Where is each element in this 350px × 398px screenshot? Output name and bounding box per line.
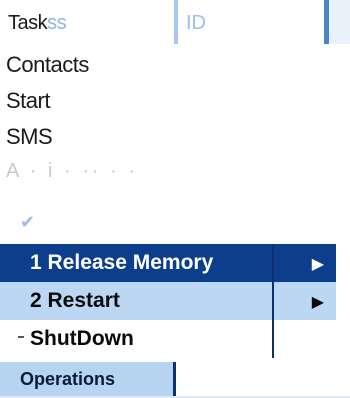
menu-item-release-memory[interactable]: 1 Release Memory ▶ — [0, 244, 336, 282]
task-label-suffix: ss — [47, 12, 67, 34]
column-header-id[interactable]: ID — [186, 12, 206, 35]
menu-item-restart[interactable]: 2 Restart ▶ — [0, 282, 336, 320]
menu-item-label: 2 Restart — [30, 289, 120, 312]
submenu-arrow-icon: ▶ — [311, 294, 324, 311]
menu-item-shutdown[interactable]: ShutDown — [0, 320, 272, 358]
list-item-contacts[interactable]: Contacts — [6, 52, 89, 78]
checkmark-icon: ✔ — [20, 212, 36, 232]
hotkey-marker — [18, 336, 24, 338]
task-label: Task — [8, 12, 48, 34]
softkey-operations[interactable]: Operations — [0, 362, 176, 396]
column-header-task[interactable]: Taskss — [8, 12, 67, 35]
list-item-start[interactable]: Start — [6, 88, 50, 114]
list-item-sms[interactable]: SMS — [6, 124, 53, 150]
softkey-label: Operations — [20, 368, 116, 389]
menu-border — [272, 244, 274, 358]
scrollbar-area[interactable] — [329, 0, 350, 44]
menu-item-label: ShutDown — [30, 327, 134, 350]
column-divider[interactable] — [174, 0, 178, 44]
submenu-arrow-icon: ▶ — [311, 256, 324, 273]
list-header: Taskss ID — [0, 0, 350, 44]
menu-item-label: 1 Release Memory — [30, 251, 214, 274]
list-item-partial[interactable]: A · i · ·· · · — [6, 160, 138, 183]
